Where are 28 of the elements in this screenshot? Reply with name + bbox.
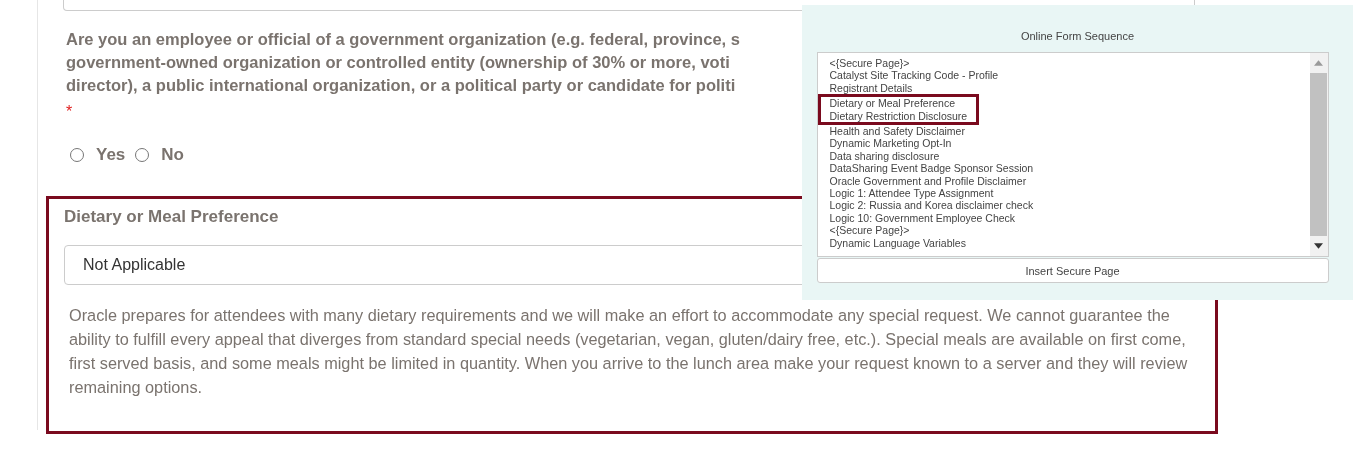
list-item[interactable]: Data sharing disclosure — [829, 149, 940, 163]
question-text: Are you an employee or official of a government organization (e.g. federal, province, s — [66, 29, 740, 50]
panel-title: Online Form Sequence — [1020, 30, 1135, 42]
list-box[interactable] — [816, 52, 1329, 257]
list-item[interactable]: Registrant Details — [829, 81, 913, 95]
radio-label: Yes — [96, 145, 126, 165]
field-label: Dietary or Meal Preference — [64, 207, 279, 227]
list-item[interactable]: Logic 1: Attendee Type Assignment — [829, 187, 994, 200]
scroll-up-icon[interactable] — [1314, 60, 1323, 66]
description-text: Oracle prepares for attendees with many dietary requirements and we will make an effort to accommodate any special request. We cannot guarantee the ability to fulfill every appeal that diverges from standard special needs (vegetarian, vegan, gluten/dairy free, etc.). Special meals are available on first come, first served basis, and some meals might be limited in quantity. When you arrive to the lunch area make your request known to a server and they will review remaining options. — [69, 305, 1189, 398]
list-item[interactable]: DataSharing Event Badge Sponsor Session — [829, 162, 1034, 175]
list-item[interactable]: <{Secure Page}> — [829, 224, 910, 237]
list-item[interactable]: Logic 2: Russia and Korea disclaimer check — [829, 199, 1034, 212]
scroll-down-icon[interactable] — [1314, 243, 1323, 249]
list-item[interactable]: Logic 10: Government Employee Check — [829, 211, 1016, 225]
scrollbar[interactable] — [1309, 53, 1328, 256]
question-text: director), a public international organization, or a political party or candidate for politi — [66, 75, 736, 96]
required-mark: * — [66, 103, 73, 121]
insert-button[interactable]: Insert Secure Page — [816, 258, 1329, 283]
radio-label: No — [161, 145, 184, 165]
question-text: government-owned organization or controlled entity (ownership of 30% or more, voti — [66, 52, 730, 73]
list-item[interactable]: Catalyst Site Tracking Code - Profile — [829, 69, 999, 82]
list-item[interactable]: <{Secure Page}> — [829, 57, 910, 70]
list-item[interactable]: Health and Safety Disclaimer — [829, 125, 965, 138]
list-item[interactable]: Dynamic Marketing Opt-In — [829, 137, 952, 150]
list-item[interactable]: Oracle Government and Profile Disclaimer — [829, 174, 1027, 188]
list-item[interactable]: Dietary Restriction Disclosure — [829, 109, 968, 123]
list-item[interactable]: Dietary or Meal Preference — [829, 97, 968, 110]
